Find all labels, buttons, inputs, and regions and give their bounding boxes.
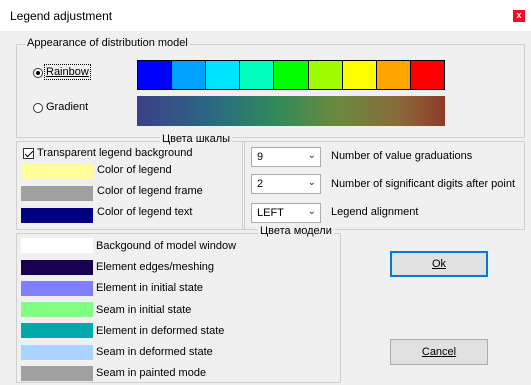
rainbow-segment-7 — [342, 61, 377, 89]
cancel-button-label: Cancel — [421, 346, 457, 358]
element-initial-label: Element in initial state — [96, 282, 203, 294]
transparent-background-label[interactable]: Transparent legend background — [37, 147, 193, 159]
seam-deformed-swatch[interactable] — [21, 345, 93, 360]
color-of-legend-swatch[interactable] — [21, 164, 93, 179]
rainbow-radio[interactable] — [33, 68, 43, 78]
cancel-button[interactable]: Cancel — [390, 339, 488, 365]
color-of-legend-label: Color of legend — [97, 164, 172, 176]
rainbow-segment-2 — [172, 61, 207, 89]
gradient-color-bar — [137, 96, 445, 126]
model-colors-title: Цвета модели — [258, 225, 334, 237]
distribution-group-title: Appearance of distribution model — [25, 37, 190, 49]
color-of-legend-frame-label: Color of legend frame — [97, 185, 203, 197]
rainbow-segment-5 — [274, 61, 309, 89]
color-of-legend-text-label: Color of legend text — [97, 206, 193, 218]
rainbow-segment-9 — [410, 61, 444, 89]
seam-painted-swatch[interactable] — [21, 366, 93, 381]
rainbow-segment-6 — [308, 61, 343, 89]
chevron-down-icon: ⌄ — [307, 150, 316, 161]
alignment-label: Legend alignment — [331, 206, 419, 218]
seam-deformed-label: Seam in deformed state — [96, 346, 213, 358]
rainbow-segment-8 — [376, 61, 411, 89]
rainbow-segment-3 — [206, 61, 241, 89]
gradient-label[interactable]: Gradient — [46, 101, 88, 113]
rainbow-label[interactable]: Rainbow — [44, 64, 91, 80]
seam-initial-swatch[interactable] — [21, 302, 93, 317]
rainbow-segment-1 — [138, 61, 173, 89]
color-of-legend-text-swatch[interactable] — [21, 208, 93, 223]
chevron-down-icon: ⌄ — [307, 177, 316, 188]
graduations-combo[interactable]: 9 ⌄ — [251, 147, 321, 167]
gradient-radio[interactable] — [33, 103, 43, 113]
background-model-window-label: Backgound of model window — [96, 240, 237, 252]
graduations-value: 9 — [257, 151, 264, 163]
digits-label: Number of significant digits after point — [331, 178, 516, 190]
digits-combo[interactable]: 2 ⌄ — [251, 174, 321, 194]
color-of-legend-frame-swatch[interactable] — [21, 186, 93, 201]
element-initial-swatch[interactable] — [21, 281, 93, 296]
ok-button[interactable]: Ok — [390, 251, 488, 277]
element-deformed-label: Element in deformed state — [96, 325, 225, 337]
digits-value: 2 — [257, 178, 264, 190]
close-icon[interactable]: x — [513, 10, 525, 22]
element-edges-swatch[interactable] — [21, 260, 93, 275]
seam-initial-label: Seam in initial state — [96, 304, 192, 316]
rainbow-color-bar — [137, 60, 445, 90]
transparent-background-checkbox[interactable] — [23, 148, 34, 159]
scale-colors-title: Цвета шкалы — [160, 133, 233, 145]
chevron-down-icon: ⌄ — [307, 206, 316, 217]
window-title: Legend adjustment — [10, 9, 113, 23]
alignment-combo[interactable]: LEFT ⌄ — [251, 203, 321, 223]
rainbow-segment-4 — [240, 61, 275, 89]
graduations-label: Number of value graduations — [331, 150, 473, 162]
element-deformed-swatch[interactable] — [21, 323, 93, 338]
seam-painted-label: Seam in painted mode — [96, 367, 207, 379]
alignment-value: LEFT — [257, 207, 284, 219]
ok-button-label: Ok — [431, 258, 447, 270]
element-edges-label: Element edges/meshing — [96, 261, 215, 273]
background-model-window-swatch[interactable] — [21, 238, 93, 253]
